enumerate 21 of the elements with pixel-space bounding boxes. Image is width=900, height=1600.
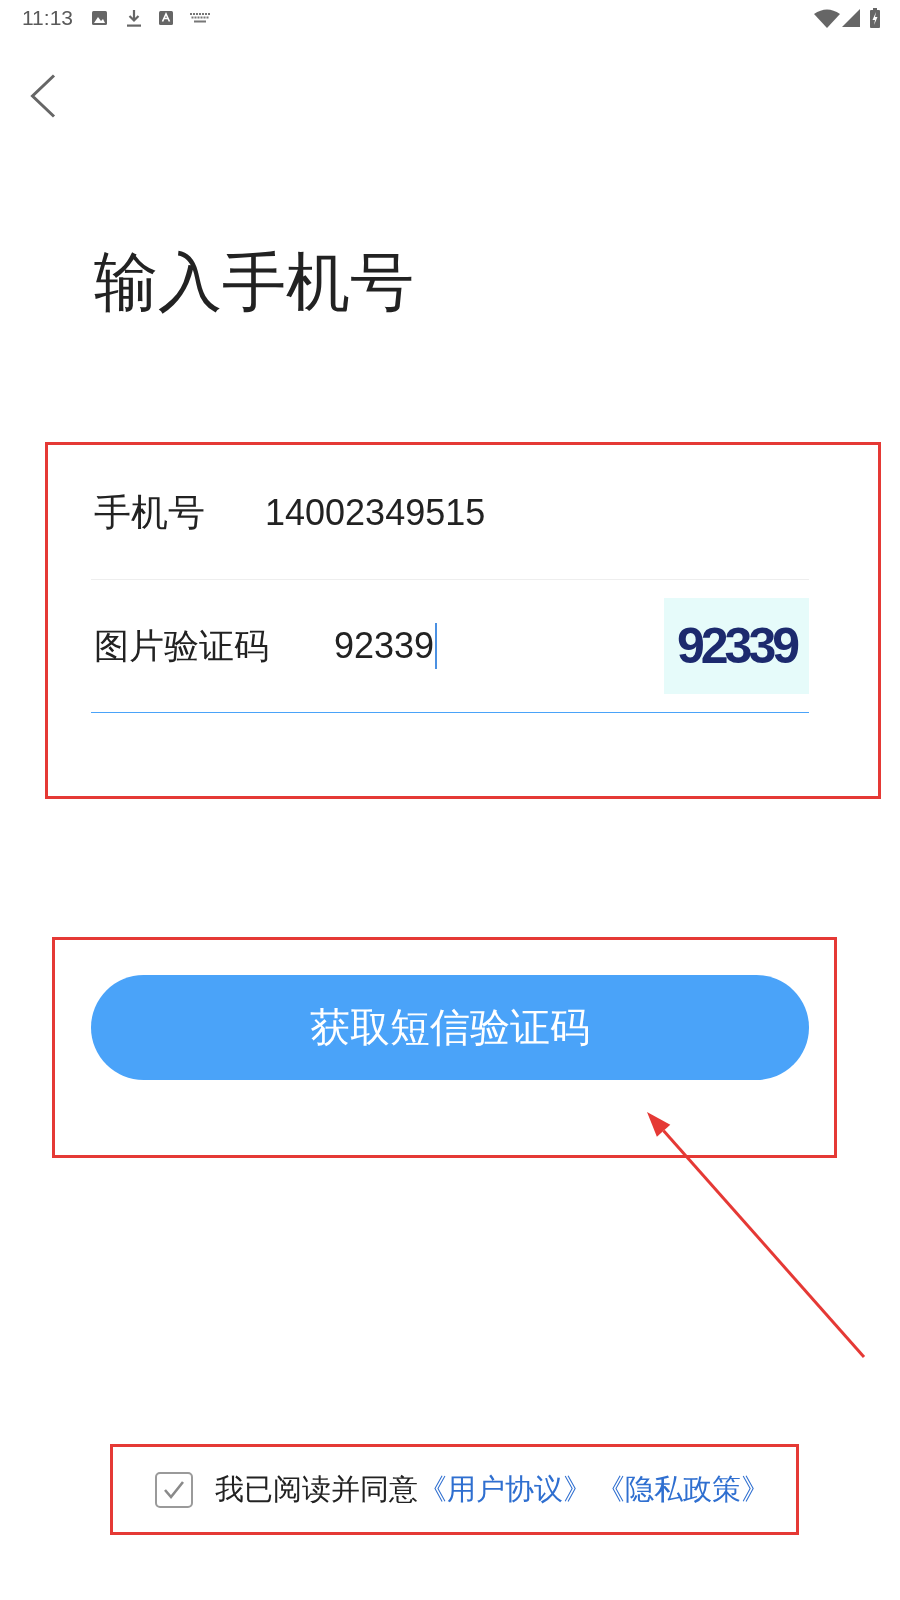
status-time: 11:13 (22, 6, 73, 30)
field-label: 手机号 (94, 491, 206, 535)
back-icon[interactable] (30, 74, 56, 118)
font-icon (159, 11, 173, 25)
text-cursor (435, 623, 438, 669)
battery-charging-icon (870, 8, 880, 28)
signal-icon (842, 9, 860, 27)
download-icon (126, 9, 142, 27)
phone-input[interactable]: 14002349515 (265, 488, 809, 538)
agreement-link[interactable]: 《用户协议》 (418, 1469, 592, 1510)
captcha-code: 92339 (676, 617, 796, 675)
agreement-checkbox[interactable] (155, 1471, 193, 1508)
page-title: 输入手机号 (94, 245, 414, 319)
agreement-text: 我已阅读并同意 (215, 1471, 418, 1507)
captcha-image[interactable]: 92339 (664, 598, 809, 694)
captcha-input[interactable]: 92339 (334, 621, 664, 671)
field-label: 图片验证码 (94, 624, 270, 667)
image-icon (92, 11, 107, 25)
agreement-link[interactable]: 《隐私政策》 (596, 1469, 770, 1510)
keyboard-icon (190, 13, 210, 23)
wifi-icon (814, 8, 840, 28)
